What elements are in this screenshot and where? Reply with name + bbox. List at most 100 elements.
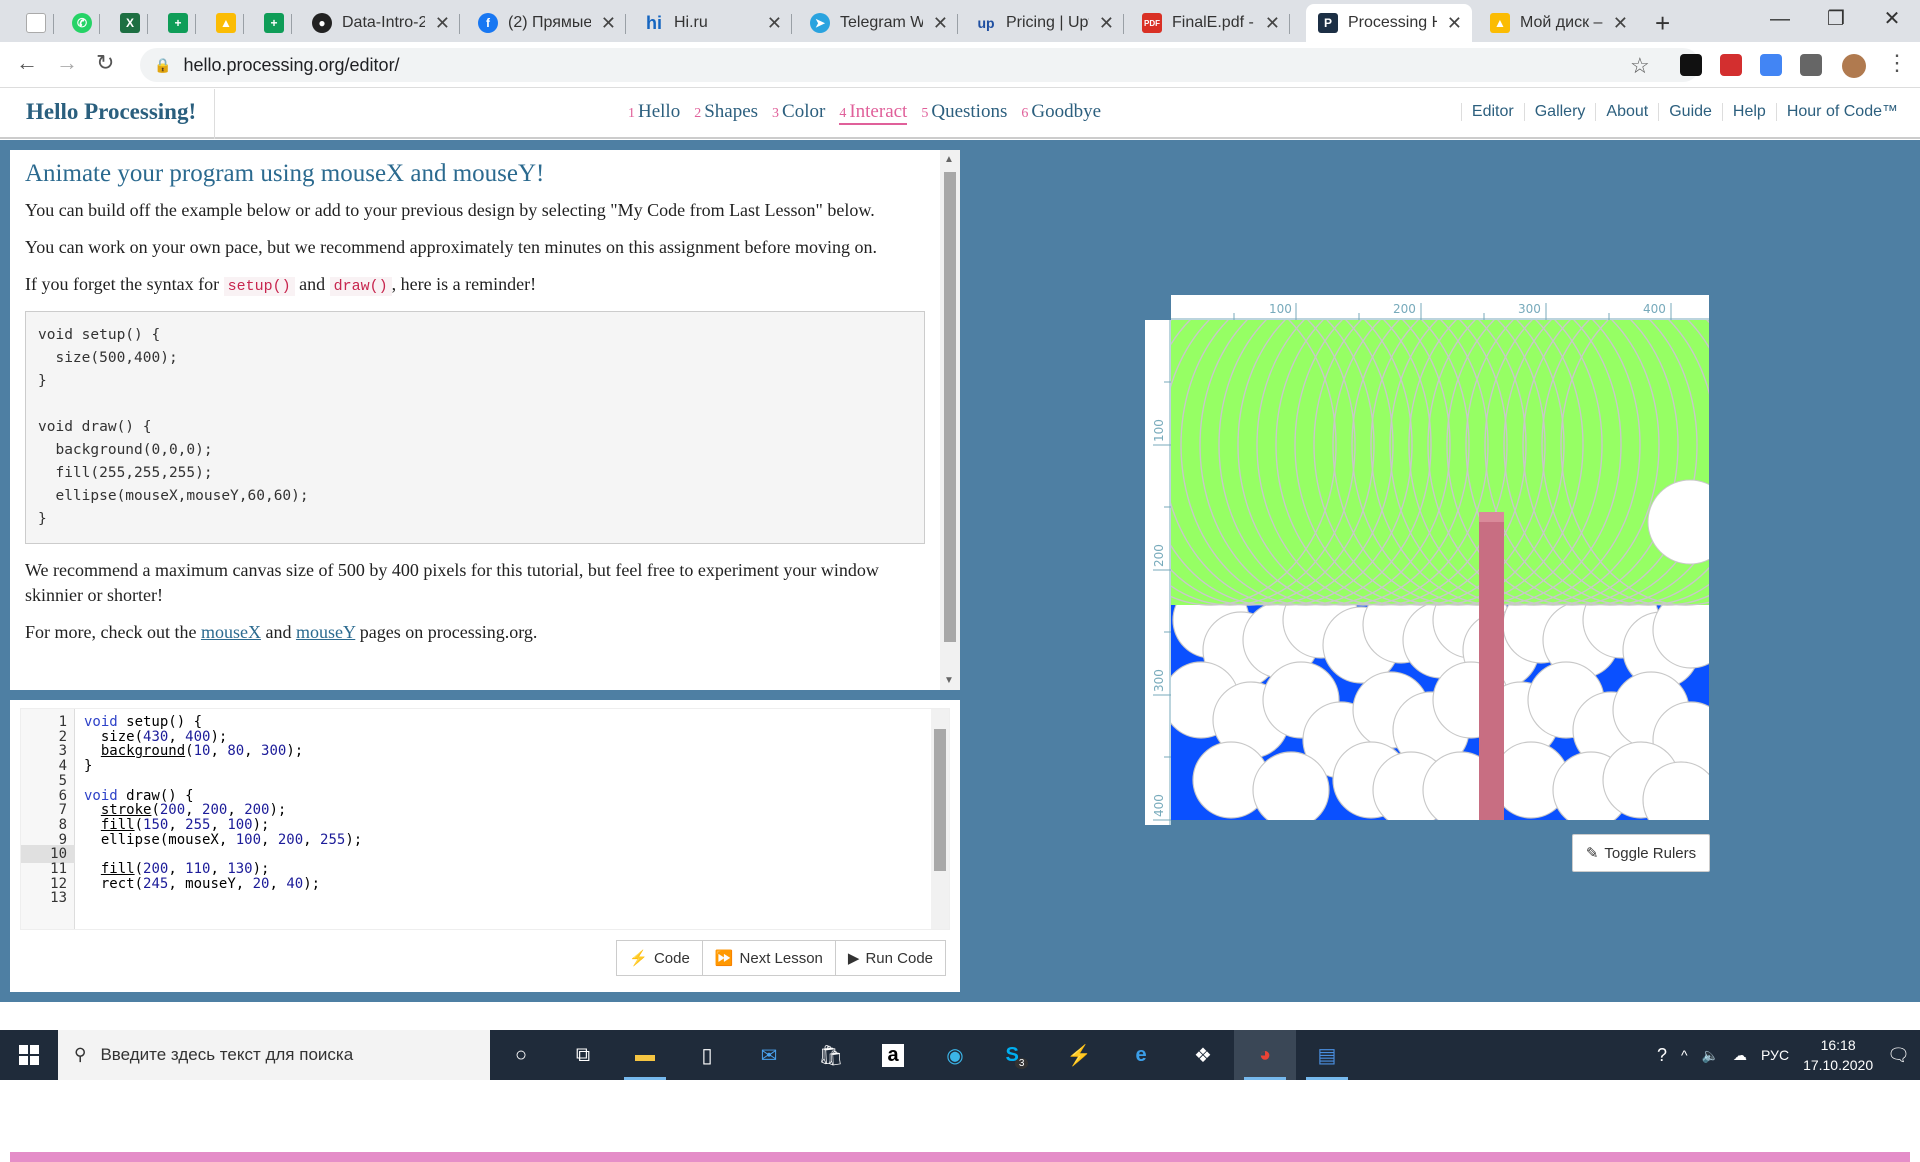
file-explorer-icon[interactable]: ▬ [614,1030,676,1080]
windows-start-button[interactable] [0,1030,58,1080]
extension-acrobat-icon[interactable] [1720,54,1742,76]
menu-kebab-icon[interactable]: ⋮ [1886,50,1908,76]
tab-blank[interactable] [14,4,54,42]
nav-gallery[interactable]: Gallery [1523,103,1596,121]
tab-github[interactable]: ● Data-Intro-2C ✕ [300,4,460,42]
extension-b-icon[interactable] [1680,54,1702,76]
close-icon[interactable]: ✕ [1265,13,1280,34]
tab-facebook[interactable]: f (2) Прямые s ✕ [466,4,626,42]
bookmark-star-icon[interactable]: ☆ [1630,53,1650,79]
cloud-icon[interactable]: ☁ [1733,1047,1747,1064]
nav-editor[interactable]: Editor [1460,103,1524,121]
site-logo[interactable]: Hello Processing! [26,99,196,125]
tab-pdf[interactable]: PDF FinalE.pdf - G ✕ [1130,4,1290,42]
run-code-button[interactable]: ▶ Run Code [835,940,946,976]
store-icon[interactable]: 🛍 [800,1030,862,1080]
lesson-scrollbar[interactable]: ▲ ▼ [940,150,960,690]
tab-my-drive[interactable]: ▲ Мой диск – G ✕ [1478,4,1638,42]
skype-badge: 3 [1014,1057,1029,1069]
lesson-link-goodbye[interactable]: 6 Goodbye [1021,101,1101,125]
extensions-puzzle-icon[interactable] [1800,54,1822,76]
nav-help[interactable]: Help [1721,103,1776,121]
tab-hiru[interactable]: hi Hi.ru ✕ [632,4,792,42]
excel-icon: X [120,13,140,33]
nav-hour-of-code[interactable]: Hour of Code™ [1775,103,1908,121]
profile-avatar[interactable] [1842,54,1866,78]
speaker-icon[interactable]: 🔈 [1702,1047,1719,1064]
scroll-up-icon[interactable]: ▲ [944,154,954,165]
cortana-icon[interactable]: ○ [490,1030,552,1080]
tab-processing[interactable]: P Processing H ✕ [1306,4,1472,42]
new-tab-icon[interactable]: + [1655,8,1670,39]
tab-pricing[interactable]: up Pricing | Upti ✕ [964,4,1124,42]
edge-icon[interactable]: ◉ [924,1030,986,1080]
minimize-icon[interactable]: — [1752,0,1808,42]
close-icon[interactable]: ✕ [933,13,948,34]
close-icon[interactable]: ✕ [767,13,782,34]
task-view-icon[interactable]: ⧉ [552,1030,614,1080]
text: and [260,622,296,642]
code-line[interactable]: 13 [21,889,949,907]
lesson-link-color[interactable]: 3 Color [772,101,825,125]
tab-whatsapp[interactable]: ✆ [60,4,100,42]
mail-icon[interactable]: ✉ [738,1030,800,1080]
close-icon[interactable]: ✕ [435,13,450,34]
vscode-icon[interactable]: ⚡ [1048,1030,1110,1080]
tab-sheets[interactable]: + [156,4,196,42]
google-drive-icon: ▲ [1490,13,1510,33]
close-icon[interactable]: ✕ [1099,13,1114,34]
code-button[interactable]: ⚡ Code [616,940,703,976]
lesson-link-shapes[interactable]: 2 Shapes [694,101,758,125]
address-bar[interactable]: 🔒 hello.processing.org/editor/ [140,48,1700,82]
inline-code: draw() [329,277,392,296]
editor-scrollbar[interactable] [931,709,949,929]
close-icon[interactable]: ✕ [601,13,616,34]
telegram-icon: ➤ [810,13,830,33]
tab-drive[interactable]: ▲ [204,4,244,42]
ruler-label: 400 [1152,794,1166,817]
word-doc-icon[interactable]: ▤ [1296,1030,1358,1080]
mousey-link[interactable]: mouseY [296,622,355,642]
taskbar-search[interactable]: ⚲ Введите здесь текст для поиска [58,1030,490,1080]
back-icon[interactable]: ← [16,50,38,76]
lesson-link-questions[interactable]: 5 Questions [921,101,1007,125]
notification-icon[interactable]: 🗨 [1887,1045,1910,1066]
code-editor[interactable]: 1 void setup() {2 size(430, 400); 3 backgr… [20,708,950,930]
tab-excel[interactable]: X [108,4,148,42]
mousex-link[interactable]: mouseX [201,622,261,642]
chrome-icon[interactable]: ◕ [1234,1030,1296,1080]
notepad-icon[interactable]: ▯ [676,1030,738,1080]
lesson-paragraph: You can build off the example below or a… [25,200,875,220]
forward-icon[interactable]: → [56,50,78,76]
next-lesson-button[interactable]: ⏩ Next Lesson [702,940,836,976]
scroll-thumb[interactable] [944,172,956,642]
help-icon[interactable]: ? [1657,1045,1667,1066]
close-icon[interactable]: ✕ [1613,13,1628,34]
close-window-icon[interactable]: ✕ [1864,0,1920,42]
lesson-label: Interact [849,101,908,122]
close-icon[interactable]: ✕ [1447,13,1462,34]
nav-about[interactable]: About [1595,103,1658,121]
lesson-link-hello[interactable]: 1 Hello [628,101,680,125]
skype-icon[interactable]: S3 [986,1030,1048,1080]
clock[interactable]: 16:18 17.10.2020 [1803,1035,1873,1075]
tab-telegram[interactable]: ➤ Telegram We ✕ [798,4,958,42]
sketch-canvas[interactable] [1171,320,1709,820]
ruler-top: 100 200 300 400 [1171,295,1709,320]
chevron-up-icon[interactable]: ^ [1681,1047,1688,1063]
scroll-thumb[interactable] [934,729,946,871]
maximize-icon[interactable]: ❐ [1808,0,1864,42]
lesson-link-interact[interactable]: 4 Interact [839,101,908,125]
nav-guide[interactable]: Guide [1658,103,1722,121]
reload-icon[interactable]: ↻ [96,50,114,76]
language-indicator[interactable]: РУС [1761,1047,1789,1063]
extension-pen-icon[interactable] [1760,54,1782,76]
scroll-down-icon[interactable]: ▼ [944,675,954,686]
sketch-output: 100 200 300 400 100 200 300 400 [1145,295,1709,825]
tab-title: FinalE.pdf - G [1172,14,1255,31]
dropbox-icon[interactable]: ❖ [1172,1030,1234,1080]
amazon-icon[interactable]: a [862,1030,924,1080]
toggle-rulers-button[interactable]: ✎ Toggle Rulers [1572,834,1710,872]
tab-sheets-2[interactable]: + [252,4,292,42]
internet-explorer-icon[interactable]: e [1110,1030,1172,1080]
